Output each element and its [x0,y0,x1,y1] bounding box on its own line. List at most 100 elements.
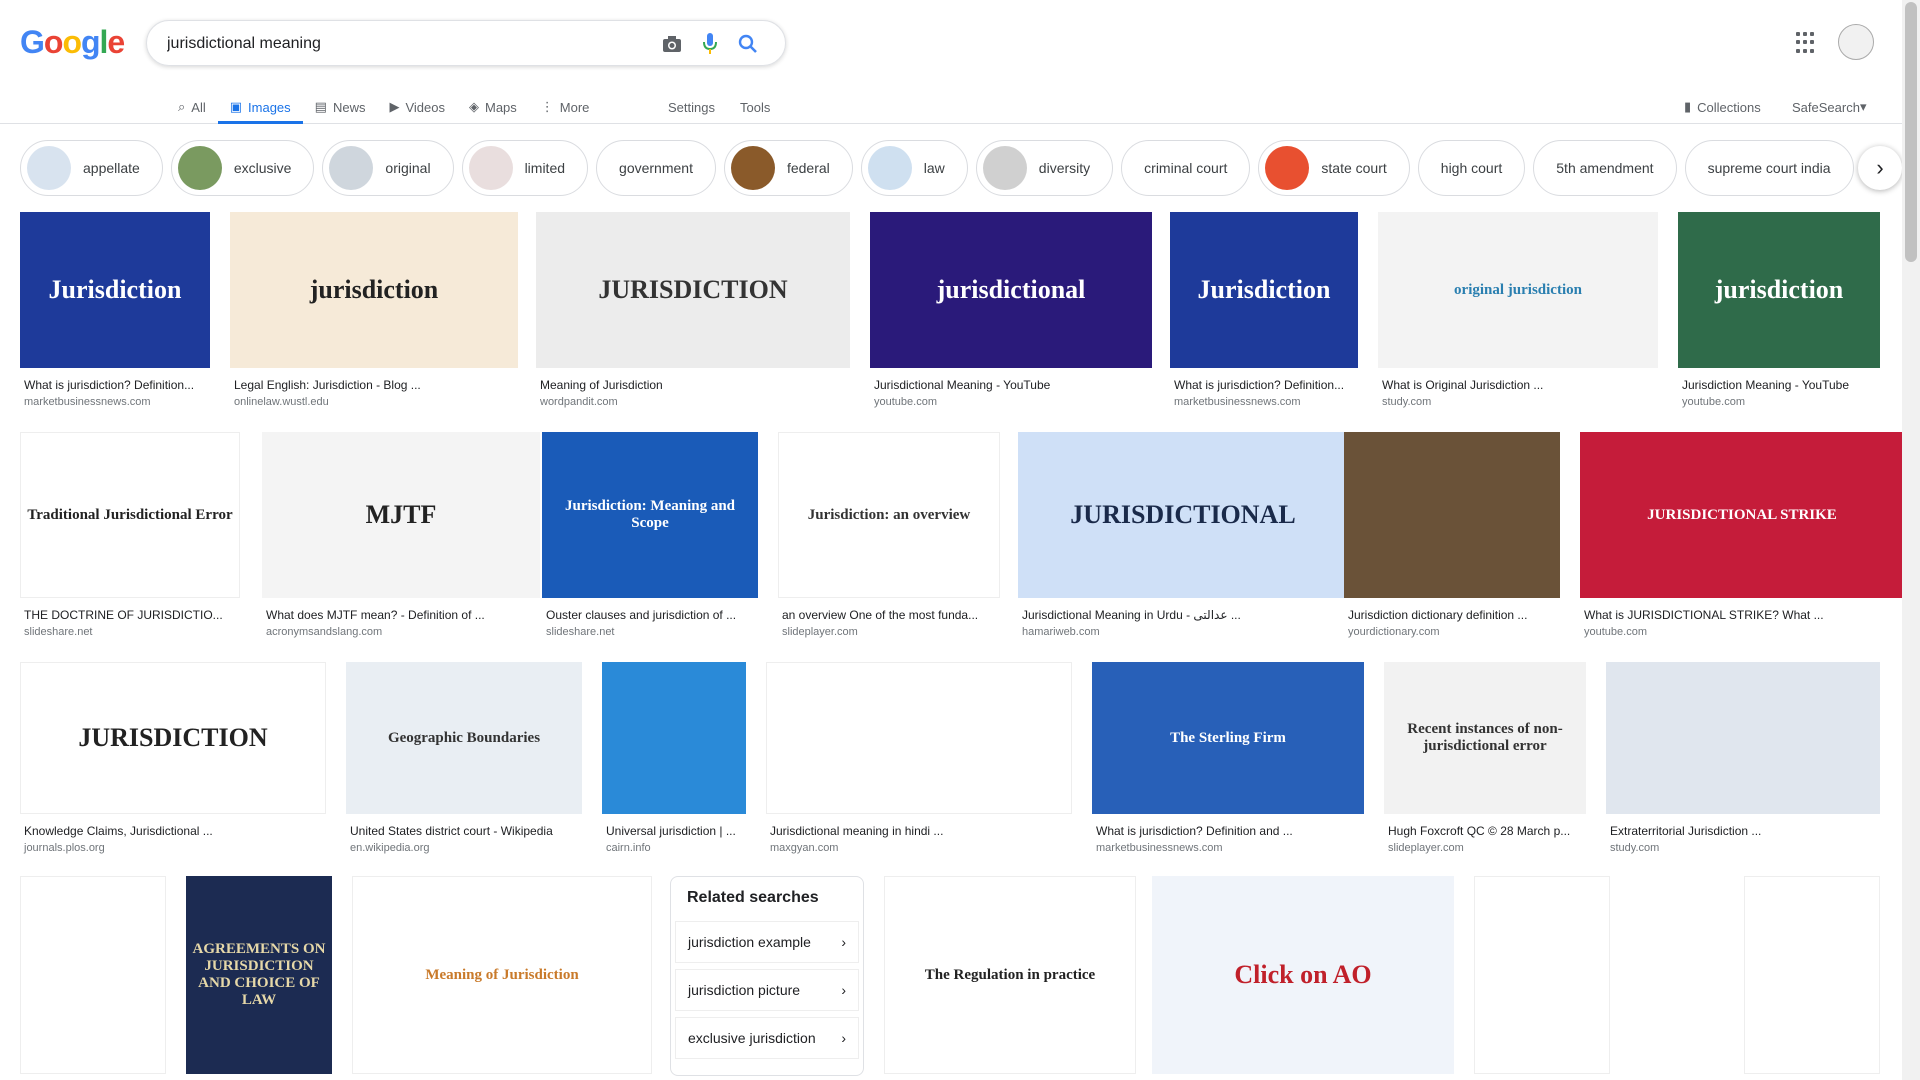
result-thumbnail[interactable] [1344,432,1560,598]
tools-link[interactable]: Tools [740,90,770,124]
image-result[interactable] [1474,876,1610,1074]
result-thumbnail[interactable]: Jurisdiction: an overview [778,432,1000,598]
result-thumbnail[interactable]: Meaning of Jurisdiction [352,876,652,1074]
search-icon[interactable] [737,33,759,55]
settings-link[interactable]: Settings [668,90,715,124]
result-title[interactable]: an overview One of the most funda... [778,608,1000,622]
image-result[interactable]: Jurisdictional meaning in hindi ... maxgy… [766,662,1072,854]
image-result[interactable]: Traditional Jurisdictional Error THE DOCT… [20,432,240,638]
tab-maps[interactable]: ◈ Maps [457,90,529,124]
collections-link[interactable]: ▮ Collections [1684,90,1761,124]
result-title[interactable]: Jurisdiction dictionary definition ... [1344,608,1560,622]
chip-government[interactable]: government [596,140,716,196]
result-title[interactable]: Jurisdiction Meaning - YouTube [1678,378,1880,392]
related-item[interactable]: exclusive jurisdiction › [675,1017,859,1059]
result-thumbnail[interactable] [1606,662,1880,814]
chip-supreme-court-india[interactable]: supreme court india [1684,140,1854,196]
chip-state-court[interactable]: state court [1258,140,1410,196]
image-result[interactable]: jurisdiction Jurisdiction Meaning - YouTu… [1678,212,1880,408]
image-result[interactable]: MJTF What does MJTF mean? - Definition of… [262,432,540,638]
result-thumbnail[interactable]: Jurisdiction [1170,212,1358,368]
image-result[interactable]: Meaning of Jurisdiction [352,876,652,1074]
scrollbar-thumb[interactable] [1905,2,1917,262]
image-result[interactable]: Universal jurisdiction | ... cairn.info [602,662,746,854]
image-result[interactable]: JURISDICTION Meaning of Jurisdiction wordp… [536,212,850,408]
result-thumbnail[interactable]: AGREEMENTS ON JURISDICTION AND CHOICE OF… [186,876,332,1074]
image-result[interactable] [20,876,166,1074]
result-thumbnail[interactable]: JURISDICTIONAL [1018,432,1348,598]
result-thumbnail[interactable]: Geographic Boundaries [346,662,582,814]
image-result[interactable]: jurisdiction Legal English: Jurisdiction … [230,212,518,408]
image-result[interactable]: Geographic Boundaries United States distr… [346,662,582,854]
tab-images[interactable]: ▣ Images [217,90,303,124]
result-title[interactable]: Jurisdictional meaning in hindi ... [766,824,1072,838]
result-title[interactable]: United States district court - Wikipedia [346,824,582,838]
image-result[interactable]: JURISDICTIONAL Jurisdictional Meaning in … [1018,432,1348,638]
apps-grid-icon[interactable] [1796,32,1818,54]
result-thumbnail[interactable]: jurisdiction [1678,212,1880,368]
result-thumbnail[interactable]: jurisdiction [230,212,518,368]
result-thumbnail[interactable] [602,662,746,814]
result-title[interactable]: THE DOCTRINE OF JURISDICTIO... [20,608,240,622]
chip-law[interactable]: law [860,140,968,196]
image-result[interactable]: JURISDICTIONAL STRIKE What is JURISDICTIO… [1580,432,1904,638]
chip-5th-amendment[interactable]: 5th amendment [1533,140,1677,196]
image-result[interactable]: Jurisdiction: an overview an overview One… [778,432,1000,638]
result-thumbnail[interactable] [1474,876,1610,1074]
image-result[interactable]: The Sterling Firm What is jurisdiction? D… [1092,662,1364,854]
result-thumbnail[interactable]: JURISDICTION [20,662,326,814]
chip-original[interactable]: original [322,140,454,196]
result-title[interactable]: Jurisdictional Meaning - YouTube [870,378,1152,392]
result-title[interactable]: What is jurisdiction? Definition and ... [1092,824,1364,838]
image-result[interactable]: Jurisdiction: Meaning and Scope Ouster cl… [542,432,758,638]
result-thumbnail[interactable]: JURISDICTIONAL STRIKE [1580,432,1904,598]
related-item[interactable]: jurisdiction picture › [675,969,859,1011]
avatar[interactable] [1838,24,1874,60]
result-title[interactable]: What is JURISDICTIONAL STRIKE? What ... [1580,608,1904,622]
image-result[interactable]: Recent instances of non-jurisdictional e… [1384,662,1586,854]
result-title[interactable]: Hugh Foxcroft QC © 28 March p... [1384,824,1586,838]
chip-federal[interactable]: federal [723,140,853,196]
chip-diversity[interactable]: diversity [975,140,1114,196]
result-title[interactable]: What is jurisdiction? Definition... [20,378,210,392]
result-thumbnail[interactable] [766,662,1072,814]
image-result[interactable]: Extraterritorial Jurisdiction ... study.c… [1606,662,1880,854]
result-thumbnail[interactable]: The Sterling Firm [1092,662,1364,814]
google-logo[interactable]: Google [20,24,125,61]
chip-exclusive[interactable]: exclusive [170,140,315,196]
result-title[interactable]: Universal jurisdiction | ... [602,824,746,838]
chevron-right-icon[interactable]: › [1858,146,1902,190]
image-result[interactable]: jurisdictional Jurisdictional Meaning - Y… [870,212,1152,408]
page-scrollbar[interactable] [1902,0,1920,1080]
result-title[interactable]: What is Original Jurisdiction ... [1378,378,1658,392]
result-thumbnail[interactable]: Traditional Jurisdictional Error [20,432,240,598]
result-thumbnail[interactable]: Recent instances of non-jurisdictional e… [1384,662,1586,814]
tab-more[interactable]: ⋮ More [529,90,602,124]
result-title[interactable]: Jurisdictional Meaning in Urdu - عدالتی … [1018,608,1348,622]
result-title[interactable]: Knowledge Claims, Jurisdictional ... [20,824,326,838]
result-thumbnail[interactable]: Click on AO [1152,876,1454,1074]
result-thumbnail[interactable]: Jurisdiction: Meaning and Scope [542,432,758,598]
result-title[interactable]: Ouster clauses and jurisdiction of ... [542,608,758,622]
chip-appellate[interactable]: appellate [20,140,163,196]
result-title[interactable]: Legal English: Jurisdiction - Blog ... [230,378,518,392]
result-thumbnail[interactable] [20,876,166,1074]
chip-criminal-court[interactable]: criminal court [1121,140,1251,196]
tab-news[interactable]: ▤ News [303,90,378,124]
image-result[interactable]: Jurisdiction dictionary definition ... yo… [1344,432,1560,638]
image-result[interactable] [1744,876,1880,1074]
image-result[interactable]: Click on AO [1152,876,1454,1074]
tab-videos[interactable]: ▶ Videos [377,90,457,124]
result-thumbnail[interactable]: jurisdictional [870,212,1152,368]
related-item[interactable]: jurisdiction example › [675,921,859,963]
result-thumbnail[interactable]: Jurisdiction [20,212,210,368]
result-thumbnail[interactable]: original jurisdiction [1378,212,1658,368]
safesearch-dropdown[interactable]: SafeSearch ▾ [1792,90,1866,124]
result-thumbnail[interactable]: JURISDICTION [536,212,850,368]
microphone-icon[interactable] [699,33,721,55]
result-title[interactable]: What does MJTF mean? - Definition of ... [262,608,540,622]
chip-limited[interactable]: limited [461,140,589,196]
chip-high-court[interactable]: high court [1417,140,1526,196]
image-result[interactable]: Jurisdiction What is jurisdiction? Defini… [1170,212,1358,408]
result-thumbnail[interactable]: The Regulation in practice [884,876,1136,1074]
